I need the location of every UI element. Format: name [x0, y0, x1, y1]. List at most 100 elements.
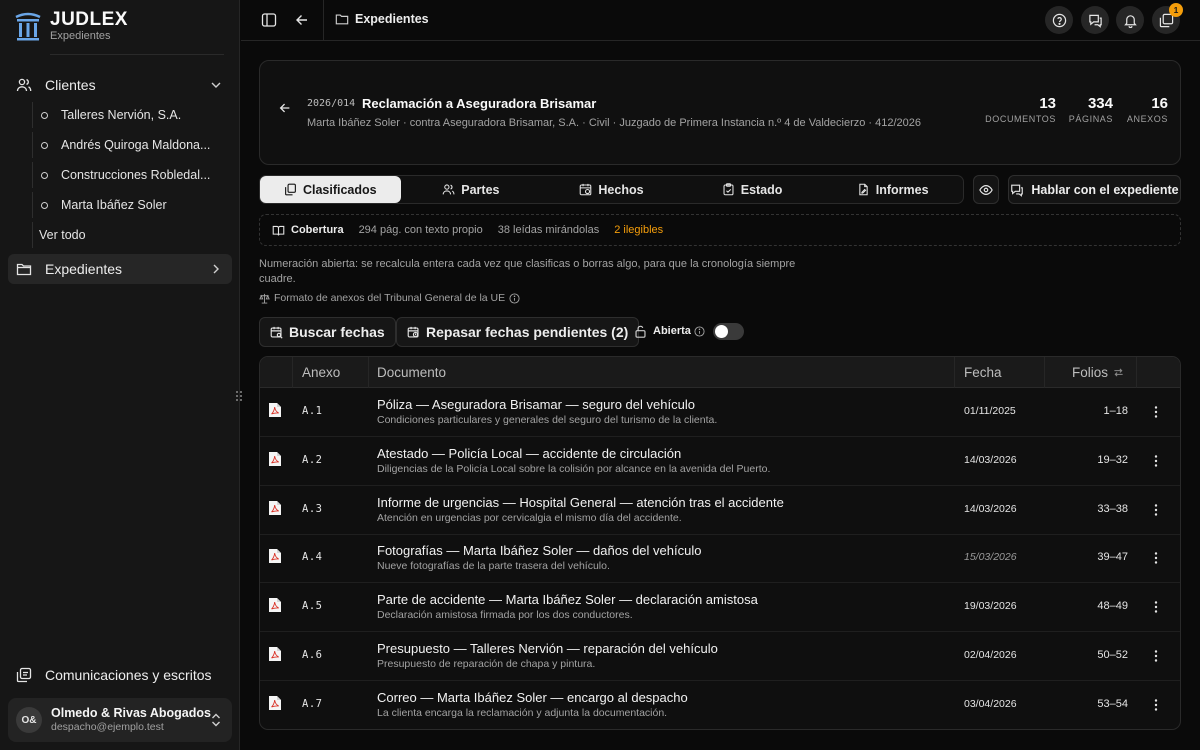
sidebar-toggle-icon[interactable]	[261, 12, 277, 28]
back-arrow-icon[interactable]	[278, 101, 292, 115]
chat-with-case-button[interactable]: Hablar con el expediente	[1008, 175, 1181, 204]
header-document[interactable]: Documento	[377, 365, 446, 380]
client-item[interactable]: Talleres Nervión, S.A.	[32, 102, 222, 128]
header-annex[interactable]: Anexo	[302, 365, 340, 380]
table-row[interactable]: A.5 Parte de accidente — Marta Ibáñez Sol…	[260, 583, 1180, 633]
document-title[interactable]: Informe de urgencias — Hospital General …	[377, 495, 784, 510]
notifications-button[interactable]	[1116, 6, 1144, 34]
chat-icon	[1011, 184, 1024, 197]
folder-icon	[335, 14, 349, 25]
pdf-file-icon	[269, 500, 281, 515]
table-row[interactable]: A.7 Correo — Marta Ibáñez Soler — encargo…	[260, 681, 1180, 729]
nav-communications[interactable]: Comunicaciones y escritos	[8, 661, 232, 689]
document-title[interactable]: Atestado — Policía Local — accidente de …	[377, 446, 681, 461]
open-numbering-label: Abierta	[653, 325, 691, 337]
pdf-file-icon	[269, 647, 281, 661]
document-description: Nueve fotografías de la parte trasera de…	[377, 560, 610, 573]
document-title[interactable]: Póliza — Aseguradora Brisamar — seguro d…	[377, 397, 695, 412]
open-numbering-toggle[interactable]	[713, 323, 744, 340]
document-date[interactable]: 02/04/2026	[964, 649, 1017, 661]
pdf-file-icon	[269, 549, 281, 564]
header-folios[interactable]: Folios	[1072, 365, 1124, 380]
calendar-clock-icon	[580, 183, 592, 196]
brand-divider	[50, 54, 224, 55]
nav-clients[interactable]: Clientes	[8, 70, 232, 100]
case-code: 2026/014	[307, 98, 356, 109]
clipboard-check-icon	[723, 183, 734, 196]
document-folios: 50–52	[1097, 649, 1128, 661]
sidebar: JUDLEX Expedientes Clientes Talleres Ner…	[0, 0, 242, 750]
circle-bullet-icon	[41, 111, 48, 119]
client-item[interactable]: Andrés Quiroga Maldona...	[32, 132, 222, 158]
coverage-illegible[interactable]: 2 ilegibles	[614, 224, 663, 236]
document-folios: 39–47	[1097, 551, 1128, 564]
more-vertical-icon[interactable]	[1154, 649, 1158, 663]
nav-cases[interactable]: Expedientes	[8, 254, 232, 284]
more-vertical-icon[interactable]	[1154, 454, 1158, 468]
document-description: Condiciones particulares y generales del…	[377, 414, 718, 426]
review-pending-dates-button[interactable]: Repasar fechas pendientes (2)	[396, 317, 640, 347]
document-title[interactable]: Fotografías — Marta Ibáñez Soler — daños…	[377, 543, 701, 558]
calendar-clock-icon	[407, 326, 419, 338]
document-date[interactable]: 01/11/2025	[964, 405, 1016, 417]
header-date[interactable]: Fecha	[964, 365, 1002, 380]
calendar-search-icon	[270, 326, 283, 339]
more-vertical-icon[interactable]	[1154, 405, 1158, 419]
info-icon[interactable]	[509, 292, 520, 304]
more-vertical-icon[interactable]	[1154, 551, 1158, 565]
annex-number: A.1	[302, 405, 323, 417]
case-tabs: Clasificados Partes Hechos Estado Inform…	[259, 175, 964, 204]
tab-reports[interactable]: Informes	[822, 176, 963, 203]
tab-parties[interactable]: Partes	[401, 176, 542, 203]
document-title[interactable]: Presupuesto — Talleres Nervión — reparac…	[377, 641, 718, 656]
users-icon	[16, 78, 32, 92]
table-row[interactable]: A.2 Atestado — Policía Local — accidente …	[260, 437, 1180, 486]
account-switcher[interactable]: O& Olmedo & Rivas Abogados despacho@ejem…	[8, 698, 232, 742]
info-icon[interactable]	[694, 326, 705, 337]
document-date[interactable]: 15/03/2026	[964, 551, 1017, 563]
nav-cases-label: Expedientes	[45, 261, 123, 277]
brand[interactable]: JUDLEX Expedientes	[14, 10, 128, 43]
more-vertical-icon[interactable]	[1154, 503, 1158, 517]
search-dates-button[interactable]: Buscar fechas	[259, 317, 396, 347]
preview-toggle-button[interactable]	[973, 175, 999, 204]
document-title[interactable]: Correo — Marta Ibáñez Soler — encargo al…	[377, 690, 688, 705]
chevron-down-icon[interactable]	[208, 77, 224, 93]
tab-classified[interactable]: Clasificados	[260, 176, 401, 203]
messages-button[interactable]	[1081, 6, 1109, 34]
annex-number: A.3	[302, 502, 323, 515]
table-row[interactable]: A.1 Póliza — Aseguradora Brisamar — segur…	[260, 388, 1180, 437]
tab-facts[interactable]: Hechos	[541, 176, 682, 203]
annex-number: A.4	[302, 551, 323, 564]
document-date[interactable]: 14/03/2026	[964, 503, 1017, 515]
annex-number: A.7	[302, 697, 323, 710]
sort-arrows-icon[interactable]	[1113, 367, 1124, 378]
circle-bullet-icon	[41, 141, 48, 149]
tab-status[interactable]: Estado	[682, 176, 823, 203]
table-row[interactable]: A.3 Informe de urgencias — Hospital Gener…	[260, 486, 1180, 535]
sidebar-resize-handle-icon[interactable]	[234, 389, 244, 403]
help-button[interactable]	[1045, 6, 1073, 34]
document-date[interactable]: 03/04/2026	[964, 698, 1017, 710]
document-date[interactable]: 19/03/2026	[964, 600, 1017, 612]
copy-files-icon	[285, 183, 296, 196]
document-folios: 19–32	[1097, 453, 1128, 466]
breadcrumb[interactable]: Expedientes	[335, 12, 429, 26]
more-vertical-icon[interactable]	[1154, 600, 1158, 614]
see-all-clients-link[interactable]: Ver todo	[32, 222, 222, 248]
coverage-label: Cobertura	[291, 224, 344, 236]
coverage-read: 38 leídas mirándolas	[497, 224, 600, 236]
document-description: Declaración amistosa firmada por los dos…	[377, 609, 633, 622]
more-vertical-icon[interactable]	[1154, 698, 1158, 712]
document-date[interactable]: 14/03/2026	[964, 454, 1017, 466]
stat-annexes: 16 ANEXOS	[1126, 95, 1168, 124]
table-row[interactable]: A.4 Fotografías — Marta Ibáñez Soler — da…	[260, 534, 1180, 584]
back-arrow-icon[interactable]	[294, 12, 310, 28]
document-title[interactable]: Parte de accidente — Marta Ibáñez Soler …	[377, 592, 758, 607]
tasks-button[interactable]: 1	[1152, 3, 1183, 34]
format-note: Formato de anexos del Tribunal General d…	[259, 292, 520, 304]
client-item[interactable]: Construcciones Robledal...	[32, 162, 222, 188]
client-item[interactable]: Marta Ibáñez Soler	[32, 192, 222, 218]
notification-badge: 1	[1169, 3, 1183, 17]
table-row[interactable]: A.6 Presupuesto — Talleres Nervión — repa…	[260, 632, 1180, 681]
